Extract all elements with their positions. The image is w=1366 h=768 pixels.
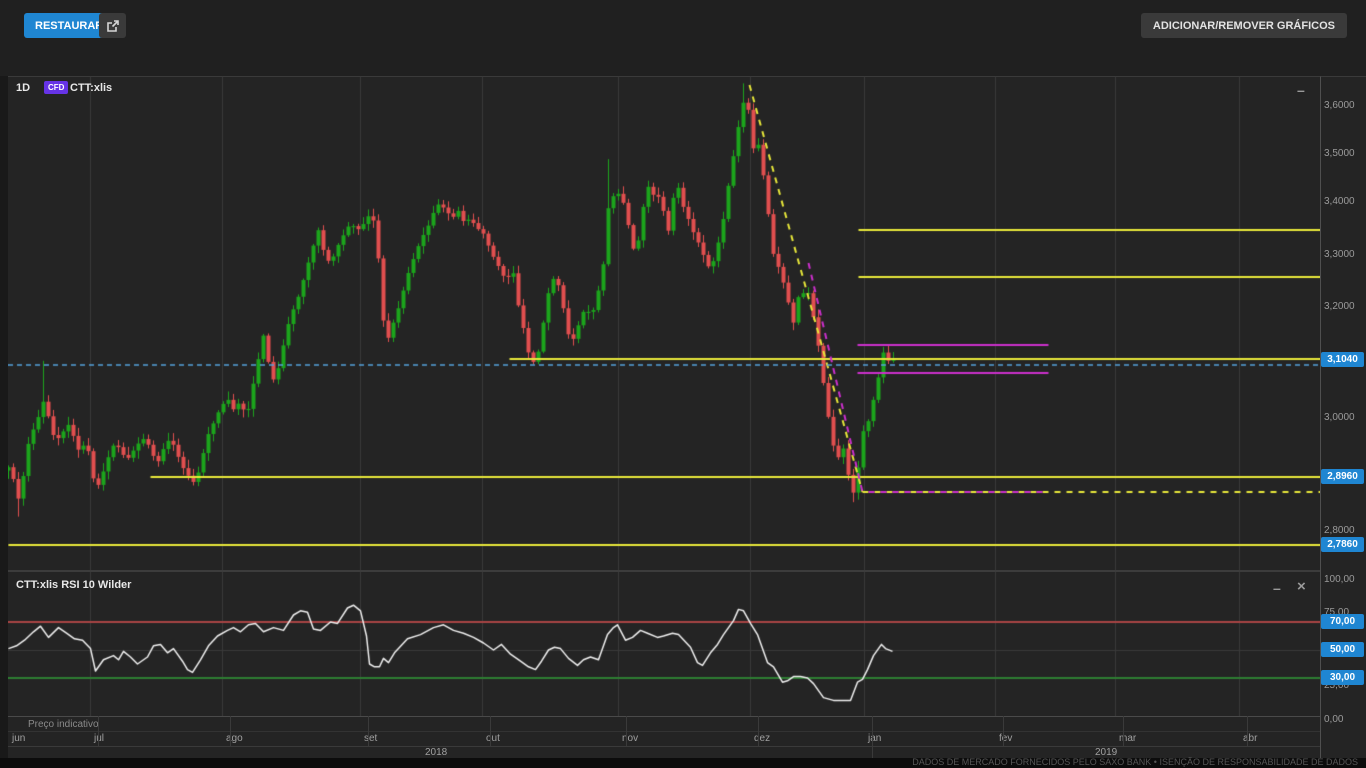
pane-divider[interactable] (8, 570, 1320, 572)
main-pane-minimize-button[interactable]: – (1297, 84, 1305, 96)
month-tick (98, 716, 99, 746)
price-axis-label: 3,5000 (1324, 148, 1355, 159)
price-axis-badge: 2,8960 (1321, 469, 1364, 484)
month-label: fev (999, 733, 1012, 744)
price-axis-label: 3,4000 (1324, 196, 1355, 207)
indicative-price-note: Preço indicativo (28, 719, 99, 730)
timeframe-label: 1D (16, 82, 30, 94)
month-label: ago (226, 733, 243, 744)
market-data-disclaimer: DADOS DE MERCADO FORNECIDOS PELO SAXO BA… (912, 757, 1358, 767)
month-label: set (364, 733, 377, 744)
year-tick (872, 746, 873, 758)
price-axis-label: 2,8000 (1324, 525, 1355, 536)
month-label: nov (622, 733, 638, 744)
price-axis-label: 3,2000 (1324, 301, 1355, 312)
rsi-axis-label: 0,00 (1324, 714, 1343, 725)
month-tick (758, 716, 759, 746)
month-tick (1003, 716, 1004, 746)
main-chart-canvas[interactable] (8, 76, 1320, 570)
price-axis-label: 3,3000 (1324, 249, 1355, 260)
month-tick (872, 716, 873, 746)
rsi-minimize-button[interactable]: – (1273, 582, 1281, 594)
month-tick (1247, 716, 1248, 746)
price-axis-label: 3,0000 (1324, 412, 1355, 423)
chart-toolbar: 1D : 6M (0, 42, 1366, 76)
price-axis-label: 3,6000 (1324, 100, 1355, 111)
year-label: 2018 (425, 747, 447, 758)
symbol-label: CTT:xlis (70, 82, 112, 94)
month-tick (490, 716, 491, 746)
month-label: dez (754, 733, 770, 744)
month-label: out (486, 733, 500, 744)
axis-separator (8, 746, 1320, 747)
month-tick (1123, 716, 1124, 746)
rsi-axis-badge: 30,00 (1321, 670, 1364, 685)
month-tick (368, 716, 369, 746)
rsi-axis-badge: 50,00 (1321, 642, 1364, 657)
rsi-close-button[interactable]: × (1297, 581, 1306, 593)
rsi-axis-label: 100,00 (1324, 574, 1355, 585)
month-label: jan (868, 733, 881, 744)
month-label: mar (1119, 733, 1136, 744)
external-link-icon (106, 19, 120, 33)
trading-chart-window: RESTAURAR ADICIONAR/REMOVER GRÁFICOS (0, 0, 1366, 768)
month-tick (230, 716, 231, 746)
title-bar: RESTAURAR ADICIONAR/REMOVER GRÁFICOS (0, 0, 1366, 42)
month-label: jun (12, 733, 25, 744)
month-tick (626, 716, 627, 746)
month-label: jul (94, 733, 104, 744)
rsi-chart-canvas[interactable] (8, 572, 1320, 716)
month-label: abr (1243, 733, 1257, 744)
rsi-panel-title: CTT:xlis RSI 10 Wilder (16, 579, 131, 591)
add-remove-charts-button[interactable]: ADICIONAR/REMOVER GRÁFICOS (1141, 13, 1347, 38)
price-axis-badge: 3,1040 (1321, 352, 1364, 367)
instrument-type-badge: CFD (44, 81, 68, 94)
open-in-new-window-button[interactable] (99, 13, 126, 38)
rsi-axis-badge: 70,00 (1321, 614, 1364, 629)
year-label: 2019 (1095, 747, 1117, 758)
price-axis-badge: 2,7860 (1321, 537, 1364, 552)
